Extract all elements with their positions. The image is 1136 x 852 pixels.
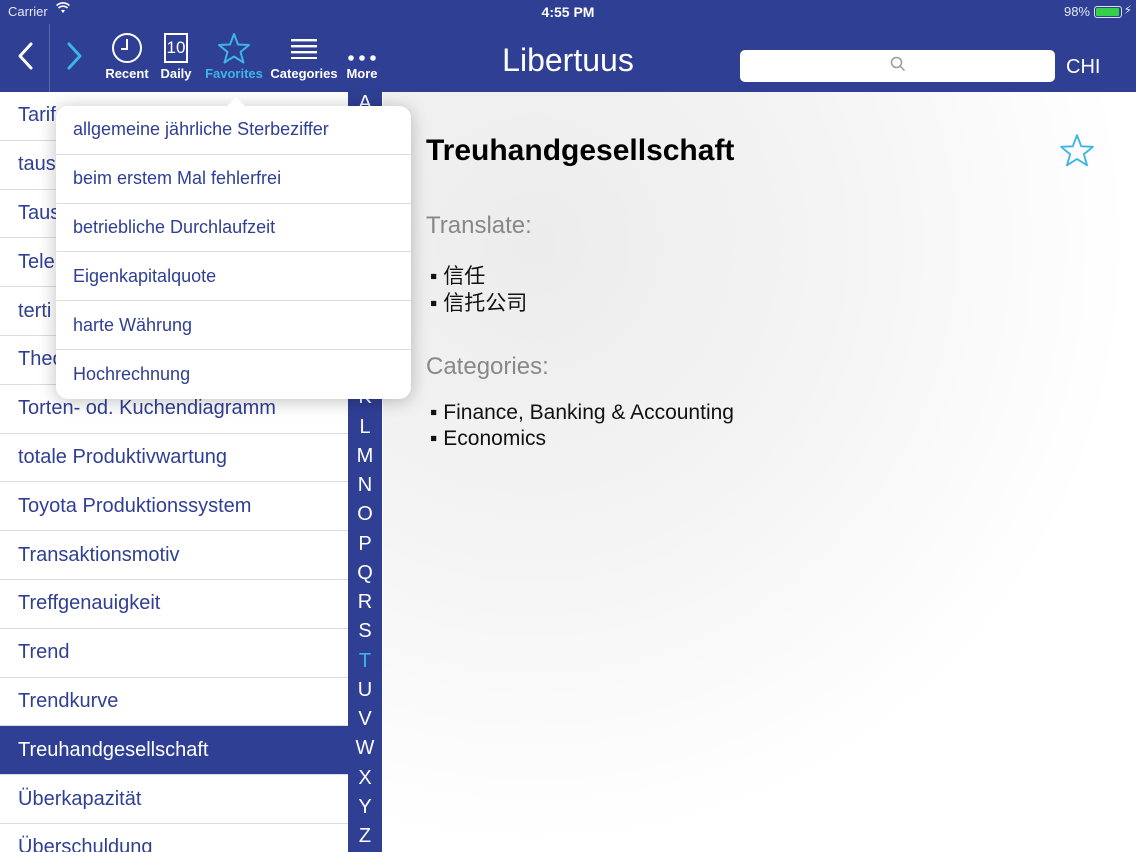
index-letter[interactable]: U [348, 679, 382, 702]
index-letter[interactable]: Z [348, 825, 382, 848]
index-letter[interactable]: V [348, 708, 382, 731]
list-item-selected[interactable]: Treuhandgesellschaft [0, 726, 349, 776]
battery-percent: 98% [1063, 4, 1090, 19]
list-item[interactable]: Überkapazität [0, 775, 349, 824]
index-letter[interactable]: R [348, 591, 382, 614]
index-letter[interactable]: X [348, 767, 382, 790]
favorites-button[interactable]: Favorites [203, 32, 265, 88]
favorites-label: Favorites [205, 66, 263, 81]
index-letter[interactable]: P [348, 533, 382, 556]
star-icon [203, 32, 265, 64]
popover-arrow [226, 97, 246, 107]
calendar-icon: 10 [157, 32, 195, 64]
clock-icon [104, 32, 150, 64]
translate-heading: Translate: [426, 212, 532, 239]
daily-button[interactable]: 10 Daily [157, 32, 195, 88]
list-item[interactable]: totale Produktivwartung [0, 434, 349, 483]
index-letter[interactable]: Y [348, 796, 382, 819]
categories-button[interactable]: Categories [268, 32, 340, 88]
list-item[interactable]: Trend [0, 629, 349, 678]
recent-label: Recent [105, 66, 149, 81]
index-letter[interactable]: Q [348, 562, 382, 585]
clock: 4:55 PM [541, 4, 595, 20]
translation-item: ▪ 信任 [430, 265, 486, 288]
ellipsis-icon [344, 32, 380, 64]
index-letter[interactable]: N [348, 474, 382, 497]
list-item[interactable]: Überschuldung [0, 824, 349, 852]
charging-icon: ⚡ [1123, 3, 1132, 17]
category-item[interactable]: ▪ Finance, Banking & Accounting [430, 401, 734, 425]
favorites-popover: allgemeine jährliche Sterbeziffer beim e… [56, 97, 411, 399]
favorite-item[interactable]: allgemeine jährliche Sterbeziffer [56, 106, 411, 155]
navigation-bar: Carrier 4:55 PM 98% ⚡ Recent 10 Daily Fa… [0, 0, 1136, 92]
language-button[interactable]: CHI [1066, 56, 1100, 79]
more-label: More [346, 66, 378, 81]
index-letter[interactable]: M [348, 445, 382, 468]
list-item[interactable]: Toyota Produktionssystem [0, 482, 349, 532]
search-input[interactable] [740, 50, 1055, 82]
term-title: Treuhandgesellschaft [426, 134, 735, 167]
daily-number: 10 [164, 33, 188, 63]
categories-heading: Categories: [426, 353, 549, 380]
daily-label: Daily [160, 66, 192, 81]
list-icon [268, 32, 340, 64]
list-item[interactable]: Transaktionsmotiv [0, 531, 349, 580]
forward-button[interactable] [60, 38, 90, 78]
nav-divider [49, 24, 50, 92]
battery-icon [1094, 6, 1122, 18]
list-item[interactable]: Treffgenauigkeit [0, 580, 349, 629]
index-letter[interactable]: S [348, 620, 382, 643]
detail-pane: Treuhandgesellschaft Translate: ▪ 信任 ▪ 信… [383, 92, 1136, 852]
search-icon [890, 56, 906, 77]
more-button[interactable]: More [344, 32, 380, 88]
index-letter[interactable]: L [348, 416, 382, 439]
favorite-item[interactable]: betriebliche Durchlaufzeit [56, 204, 411, 253]
favorite-item[interactable]: beim erstem Mal fehlerfrei [56, 155, 411, 204]
favorite-star-icon[interactable] [1059, 132, 1095, 168]
translation-item: ▪ 信托公司 [430, 292, 528, 315]
index-letter[interactable]: O [348, 503, 382, 526]
list-item[interactable]: Trendkurve [0, 678, 349, 727]
favorite-item[interactable]: Eigenkapitalquote [56, 252, 411, 302]
category-item[interactable]: ▪ Economics [430, 427, 546, 451]
favorite-item[interactable]: Hochrechnung [56, 350, 411, 399]
recent-button[interactable]: Recent [104, 32, 150, 88]
categories-label: Categories [270, 66, 338, 81]
index-letter-current[interactable]: T [348, 650, 382, 673]
favorite-item[interactable]: harte Währung [56, 301, 411, 350]
index-letter[interactable]: W [348, 737, 382, 760]
app-title: Libertuus [502, 42, 634, 78]
back-button[interactable] [12, 38, 42, 78]
status-bar: Carrier 4:55 PM 98% ⚡ [0, 0, 1136, 24]
